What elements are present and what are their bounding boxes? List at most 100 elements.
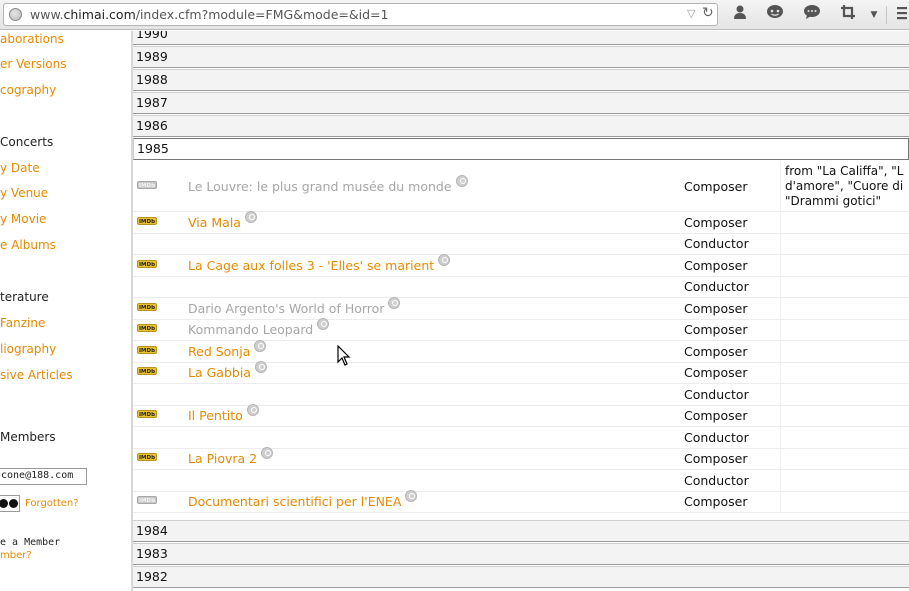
sidebar-link-by-date[interactable]: y Date (0, 161, 40, 175)
magnifier-icon[interactable] (438, 253, 451, 266)
year-row[interactable]: 1984 (133, 520, 909, 542)
film-row: Conductor (133, 276, 909, 298)
film-row: IMDb La Gabbia Composer (133, 361, 909, 384)
magnifier-icon[interactable] (254, 339, 267, 352)
magnifier-icon[interactable] (405, 490, 418, 503)
member-link[interactable]: mber? (0, 550, 32, 561)
sidebar-link-fanzine[interactable]: Fanzine (0, 316, 45, 330)
film-title-text: Dario Argento's World of Horror (188, 300, 385, 316)
film-row: Conductor (133, 427, 909, 449)
film-title-text: La Cage aux folles 3 - 'Elles' se marien… (188, 257, 435, 273)
menu-icon[interactable] (893, 4, 909, 26)
email-field[interactable]: cone@188.com (0, 468, 87, 485)
imdb-icon[interactable]: IMDb (137, 216, 157, 225)
film-role: Conductor (684, 429, 749, 445)
year-row[interactable]: 1986 (133, 115, 909, 137)
sidebar-link-discography[interactable]: cography (0, 83, 56, 97)
film-role: Composer (684, 214, 748, 230)
film-title-link[interactable]: La Cage aux folles 3 - 'Elles' se marien… (188, 253, 451, 273)
imdb-icon[interactable]: IMDb (137, 410, 157, 419)
film-row: IMDb Documentari scientifici per l'ENEA Co… (133, 490, 909, 513)
sidebar-link-live-albums[interactable]: e Albums (0, 238, 56, 252)
film-notes-line: "Drammi gotici" (785, 194, 882, 208)
imdb-icon[interactable]: IMDb (137, 367, 157, 376)
sidebar-heading-members: Members (0, 430, 56, 444)
magnifier-icon[interactable] (254, 361, 267, 374)
film-title-link[interactable]: La Piovra 2 (188, 447, 274, 466)
sidebar-link-collaborations[interactable]: aborations (0, 32, 64, 46)
magnifier-icon[interactable] (455, 175, 468, 187)
film-row: IMDb Il Pentito Composer (133, 404, 909, 427)
film-role: Composer (684, 300, 748, 316)
film-title-link[interactable]: Il Pentito (188, 404, 259, 423)
url-bar[interactable]: www.chimai.com/index.cfm?module=FMG&mode… (3, 3, 718, 26)
comment-icon[interactable] (800, 4, 824, 26)
film-title-text: Le Louvre: le plus grand musée du monde (188, 179, 452, 194)
film-title-link: Kommando Leopard (188, 318, 330, 337)
year-row[interactable]: 1990 (133, 31, 909, 45)
site-identity-icon[interactable] (9, 8, 22, 21)
become-member-label: e a Member (0, 537, 61, 548)
imdb-icon: IMDb (137, 181, 157, 189)
year-row-expanded[interactable]: 1985 (133, 138, 909, 160)
mouse-cursor-icon (337, 345, 351, 366)
sidebar-link-by-venue[interactable]: y Venue (0, 186, 48, 200)
film-title-link: Dario Argento's World of Horror (188, 296, 401, 316)
film-role: Conductor (684, 236, 749, 252)
year-row[interactable]: 1982 (133, 566, 909, 588)
magnifier-icon[interactable] (261, 447, 274, 460)
film-row: IMDb La Cage aux folles 3 - 'Elles' se ma… (133, 253, 909, 277)
magnifier-icon[interactable] (246, 404, 259, 417)
imdb-icon[interactable]: IMDb (137, 453, 157, 462)
imdb-icon[interactable]: IMDb (137, 324, 157, 333)
chat-icon[interactable] (763, 4, 787, 26)
sidebar-link-by-movie[interactable]: y Movie (0, 212, 46, 226)
crop-dropdown-icon[interactable]: ▼ (862, 4, 886, 26)
column-divider (780, 298, 781, 320)
film-title-link[interactable]: Via Mala (188, 210, 257, 230)
account-icon[interactable] (728, 4, 752, 26)
year-row[interactable]: 1988 (133, 69, 909, 91)
year-row[interactable]: 1989 (133, 46, 909, 68)
reload-icon[interactable]: ↻ (702, 5, 714, 21)
column-divider (780, 212, 781, 234)
filmography-list: 1990 1989 1988 1987 1986 1985 IMDb Le Lou… (133, 31, 909, 591)
column-divider (780, 162, 781, 212)
magnifier-icon[interactable] (388, 296, 401, 309)
film-row: Conductor (133, 470, 909, 492)
column-divider (780, 276, 781, 298)
film-title-link[interactable]: La Gabbia (188, 361, 267, 381)
column-divider (780, 384, 781, 406)
column-divider (780, 233, 781, 255)
film-row: IMDb Dario Argento's World of Horror Compo… (133, 296, 909, 320)
sidebar-link-exclusive-articles[interactable]: sive Articles (0, 368, 73, 382)
magnifier-icon[interactable] (244, 210, 257, 223)
imdb-icon[interactable]: IMDb (137, 345, 157, 354)
film-role: Composer (684, 322, 748, 338)
url-text[interactable]: www.chimai.com/index.cfm?module=FMG&mode… (30, 7, 388, 22)
year-row[interactable]: 1983 (133, 543, 909, 565)
magnifier-icon[interactable] (317, 318, 330, 331)
sidebar-link-other-versions[interactable]: er Versions (0, 57, 67, 71)
column-divider (780, 362, 781, 384)
crop-icon[interactable] (836, 4, 860, 26)
imdb-icon[interactable]: IMDb (137, 302, 157, 311)
film-title-link[interactable]: Red Sonja (188, 339, 267, 359)
column-divider (780, 427, 781, 449)
film-role: Conductor (684, 279, 749, 295)
film-title-text: La Gabbia (188, 365, 251, 381)
column-divider (780, 448, 781, 470)
film-title-link[interactable]: Documentari scientifici per l'ENEA (188, 490, 418, 509)
forgot-password-link[interactable]: Forgotten? (25, 498, 79, 509)
column-divider (780, 319, 781, 341)
sidebar-link-bibliography[interactable]: liography (0, 342, 56, 356)
year-row[interactable]: 1987 (133, 92, 909, 114)
imdb-icon: IMDb (137, 496, 157, 505)
url-dropdown-icon[interactable]: ▽ (687, 7, 695, 20)
column-divider (780, 470, 781, 492)
film-row: IMDb Le Louvre: le plus grand musée du mo… (133, 162, 909, 212)
imdb-icon[interactable]: IMDb (137, 259, 157, 268)
film-notes: from "La Califfa", "L d'amore", "Cuore di… (785, 164, 904, 209)
film-role: Composer (684, 257, 748, 273)
password-field[interactable] (0, 495, 20, 512)
